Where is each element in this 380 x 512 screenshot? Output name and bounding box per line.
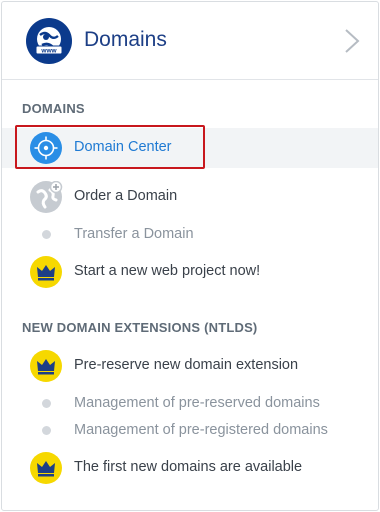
menu-item-start-web-project[interactable]: Start a new web project now! (2, 252, 378, 292)
globe-add-icon (30, 181, 63, 213)
menu-item-label: Order a Domain (74, 188, 178, 204)
crown-icon (30, 452, 62, 484)
bullet-dot (42, 230, 51, 239)
bullet-dot (42, 426, 51, 435)
menu-item-label: The first new domains are available (74, 459, 303, 475)
section-title-ntlds: NEW DOMAIN EXTENSIONS (NTLDS) (22, 320, 258, 335)
svg-text:www: www (40, 48, 57, 55)
section-title-domains: DOMAINS (22, 101, 85, 116)
www-globe-icon: www (26, 18, 72, 64)
menu-item-first-new-domains[interactable]: The first new domains are available (2, 448, 378, 488)
crown-icon (30, 256, 62, 288)
menu-item-pre-reserve-extension[interactable]: Pre-reserve new domain extension (2, 346, 378, 386)
menu-item-order-domain[interactable]: Order a Domain (2, 177, 378, 217)
page-title: Domains (84, 28, 167, 51)
menu-item-transfer-domain[interactable]: Transfer a Domain (2, 215, 378, 255)
menu-item-label: Transfer a Domain (74, 226, 194, 242)
domains-panel: www Domains DOMAINS Domain Center Order … (1, 1, 379, 511)
crown-icon (30, 350, 62, 382)
menu-item-label: Management of pre-reserved domains (74, 395, 320, 411)
menu-item-label: Domain Center (74, 139, 172, 155)
globe-compass-icon (30, 132, 62, 164)
menu-item-manage-pre-registered[interactable]: Management of pre-registered domains (2, 411, 378, 451)
menu-item-label: Start a new web project now! (74, 263, 261, 279)
menu-item-domain-center[interactable]: Domain Center (2, 128, 378, 168)
menu-item-label: Management of pre-registered domains (74, 422, 328, 438)
menu-item-label: Pre-reserve new domain extension (74, 357, 299, 373)
chevron-right-icon[interactable] (344, 28, 360, 54)
panel-header[interactable]: www Domains (2, 2, 378, 80)
bullet-dot (42, 399, 51, 408)
